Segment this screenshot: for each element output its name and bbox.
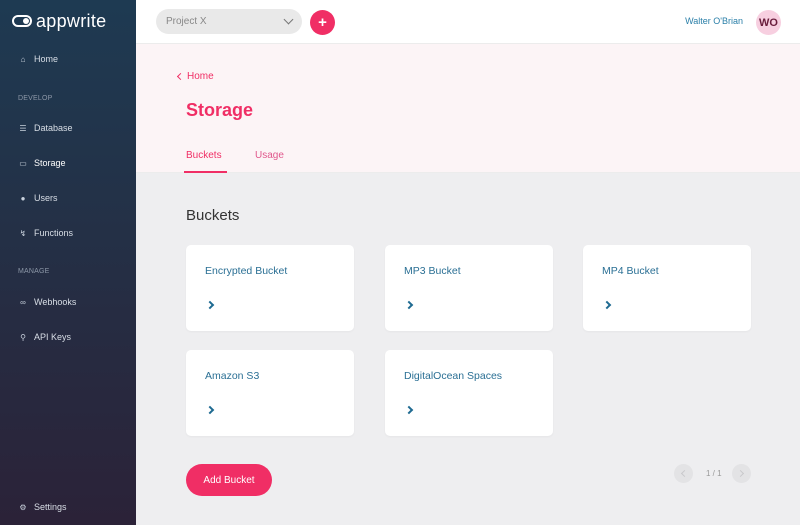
sidebar-item-storage[interactable]: ▭ Storage [18,158,66,168]
pagination-next-button[interactable] [732,464,751,483]
bucket-name: DigitalOcean Spaces [404,370,503,382]
sidebar-item-label: Storage [34,158,66,168]
logo[interactable]: appwrite [12,10,106,32]
project-select[interactable]: Project X [156,9,302,34]
page-title: Storage [186,100,254,120]
bucket-card[interactable]: DigitalOcean Spaces [385,350,553,436]
sidebar-item-api-keys[interactable]: ⚲ API Keys [18,332,71,342]
chevron-right-icon [404,405,414,415]
section-title: Buckets [186,207,240,224]
bucket-card[interactable]: Encrypted Bucket [186,245,354,331]
chevron-right-icon [205,300,215,310]
sidebar-item-users[interactable]: ● Users [18,193,58,203]
chevron-down-icon [283,14,294,25]
sidebar-item-functions[interactable]: ↯ Functions [18,228,73,238]
chevron-right-icon [736,469,745,478]
bucket-name: Encrypted Bucket [205,265,288,277]
back-link[interactable]: Home [176,71,214,82]
sidebar: appwrite ⌂ Home DEVELOP ☰ Database ▭ Sto… [0,0,136,525]
bucket-card[interactable]: Amazon S3 [186,350,354,436]
pagination-prev-button[interactable] [674,464,693,483]
database-icon: ☰ [19,123,27,133]
active-tab-indicator [184,171,227,173]
chevron-right-icon [404,300,414,310]
add-project-button[interactable]: + [310,10,335,35]
chevron-right-icon [602,300,612,310]
sidebar-item-label: Functions [34,228,74,238]
home-icon: ⌂ [20,54,26,64]
link-icon: ∞ [20,297,26,307]
bolt-icon: ↯ [19,228,27,238]
tab-buckets[interactable]: Buckets [186,150,222,161]
chevron-right-icon [205,405,215,415]
logo-text: appwrite [36,10,107,31]
project-select-value: Project X [166,16,207,27]
bucket-card[interactable]: MP4 Bucket [583,245,751,331]
sidebar-item-label: Database [34,123,73,133]
page-header: Home Storage Buckets Usage [136,44,800,173]
users-icon: ● [20,193,26,203]
chevron-left-icon [680,469,689,478]
user-name[interactable]: Walter O'Brian [685,16,743,26]
sidebar-item-label: Settings [34,502,67,512]
avatar[interactable]: WO [756,10,781,35]
pagination-status: 1 / 1 [706,469,722,478]
chevron-left-icon [176,72,185,81]
section-manage: MANAGE [18,268,50,275]
add-bucket-button[interactable]: Add Bucket [186,464,272,496]
top-bar: Project X + Walter O'Brian WO [136,0,800,44]
section-develop: DEVELOP [18,95,53,102]
sidebar-item-label: Home [34,54,59,64]
back-link-label: Home [187,71,214,82]
bucket-name: MP3 Bucket [404,265,461,277]
sidebar-item-database[interactable]: ☰ Database [18,123,73,133]
tab-usage[interactable]: Usage [255,150,284,161]
gear-icon: ⚙ [19,502,27,512]
appwrite-logo-icon [12,15,32,27]
sidebar-item-home[interactable]: ⌂ Home [18,54,58,64]
sidebar-item-label: Users [34,193,58,203]
bucket-name: Amazon S3 [205,370,260,382]
sidebar-item-label: Webhooks [34,297,77,307]
folder-icon: ▭ [19,158,27,168]
sidebar-item-webhooks[interactable]: ∞ Webhooks [18,297,76,307]
bucket-card[interactable]: MP3 Bucket [385,245,553,331]
bucket-name: MP4 Bucket [602,265,659,277]
sidebar-item-label: API Keys [34,332,72,342]
key-icon: ⚲ [20,332,26,342]
sidebar-item-settings[interactable]: ⚙ Settings [18,502,67,512]
